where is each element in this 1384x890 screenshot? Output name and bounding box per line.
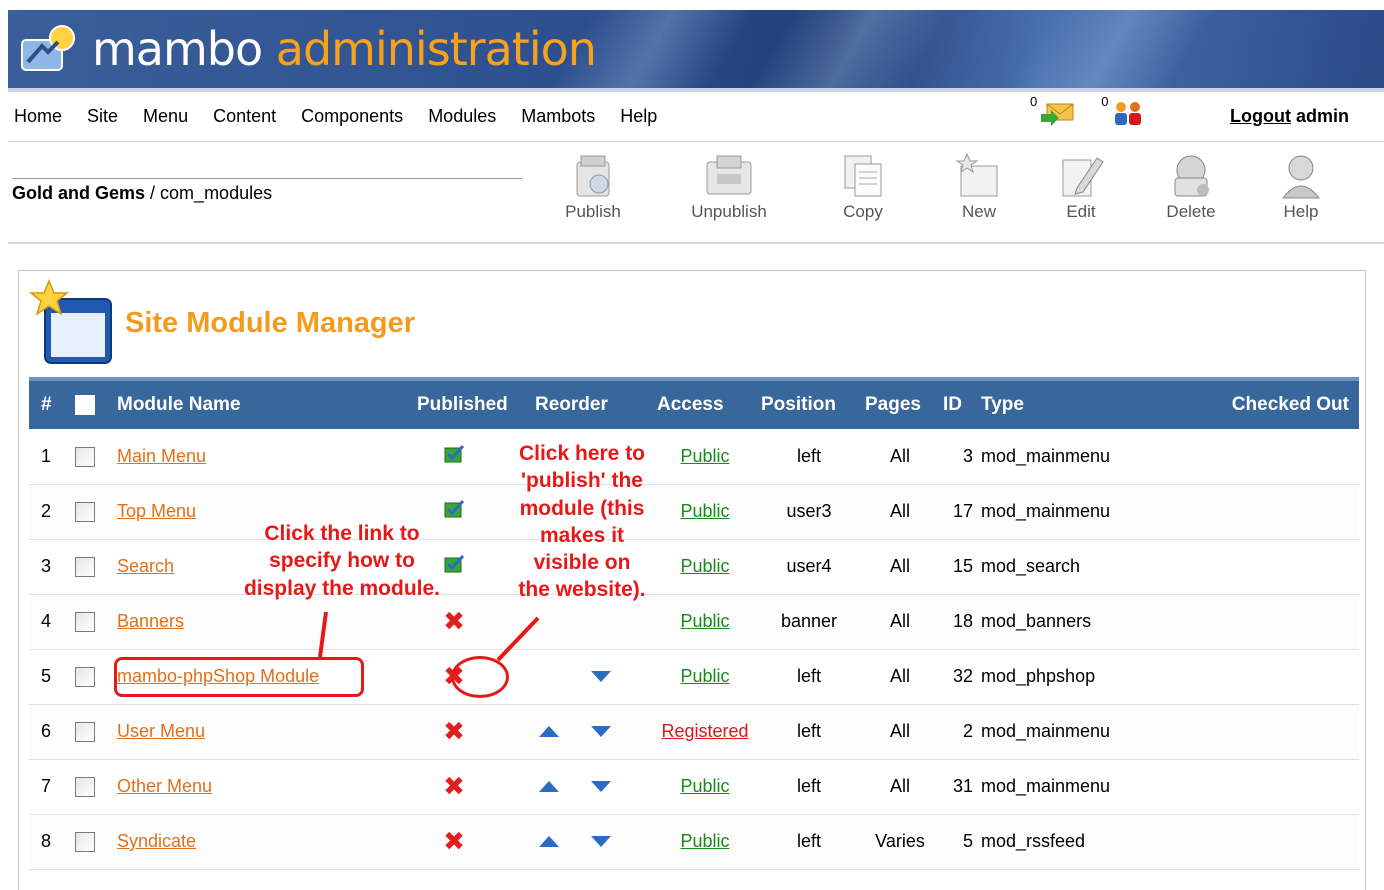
annotation-pointer-lines xyxy=(318,611,540,662)
